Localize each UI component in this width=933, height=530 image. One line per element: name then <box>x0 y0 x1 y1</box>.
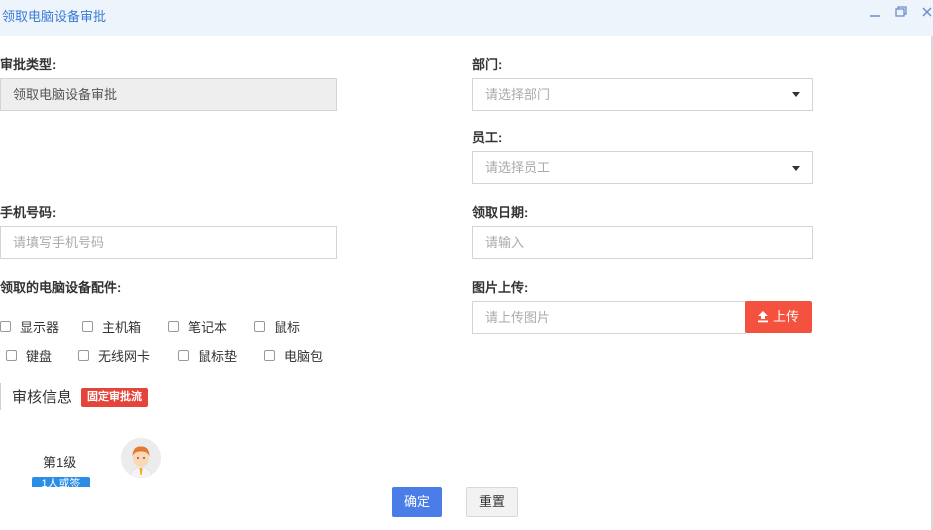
phone-label: 手机号码: <box>0 205 57 220</box>
checkbox-box[interactable] <box>78 349 89 361</box>
fixed-flow-badge: 固定审批流 <box>81 388 148 407</box>
image-upload-input[interactable]: 请上传图片 <box>472 301 746 334</box>
checkbox-mousepad[interactable]: 鼠标垫 <box>178 346 237 364</box>
checkbox-label: 主机箱 <box>102 319 142 335</box>
checkbox-label: 无线网卡 <box>98 348 151 364</box>
checkbox-keyboard[interactable]: 键盘 <box>6 346 52 364</box>
checkbox-box[interactable] <box>0 320 11 332</box>
upload-button-label: 上传 <box>773 309 800 324</box>
checkbox-mouse[interactable]: 鼠标 <box>254 317 300 335</box>
dialog-titlebar: 领取电脑设备审批 <box>0 0 933 36</box>
checkbox-label: 笔记本 <box>188 319 228 335</box>
checkbox-label: 键盘 <box>26 348 53 364</box>
chevron-down-icon[interactable] <box>792 166 800 171</box>
checkbox-box[interactable] <box>178 349 189 361</box>
checkbox-monitor[interactable]: 显示器 <box>0 317 59 335</box>
upload-icon <box>758 311 768 323</box>
receive-date-input[interactable]: 请输入 <box>472 226 813 259</box>
checkbox-box[interactable] <box>254 320 265 332</box>
employee-label: 员工: <box>472 130 503 145</box>
minimize-icon[interactable] <box>868 6 882 20</box>
checkbox-box[interactable] <box>264 349 275 361</box>
approver-avatar[interactable] <box>121 438 161 478</box>
section-divider <box>0 383 1 410</box>
checkbox-laptop-bag[interactable]: 电脑包 <box>264 346 323 364</box>
checkbox-wireless-card[interactable]: 无线网卡 <box>78 346 150 364</box>
image-upload-label: 图片上传: <box>472 280 529 295</box>
accessories-label: 领取的电脑设备配件: <box>0 280 122 295</box>
restore-icon[interactable] <box>894 6 908 20</box>
checkbox-label: 显示器 <box>20 319 60 335</box>
person-icon <box>121 438 161 478</box>
approval-level-tag: 1人或签 <box>32 477 90 487</box>
checkbox-label: 鼠标 <box>274 319 301 335</box>
approval-type-field: 领取电脑设备审批 <box>0 78 337 111</box>
department-select[interactable]: 请选择部门 <box>472 78 813 111</box>
review-title: 审核信息 <box>12 389 73 406</box>
checkbox-case[interactable]: 主机箱 <box>82 317 141 335</box>
checkbox-box[interactable] <box>6 349 17 361</box>
receive-date-label: 领取日期: <box>472 205 529 220</box>
checkbox-box[interactable] <box>82 320 93 332</box>
phone-input[interactable]: 请填写手机号码 <box>0 226 337 259</box>
chevron-down-icon[interactable] <box>792 92 800 97</box>
approval-level-label: 第1级 <box>43 455 77 470</box>
approval-type-label: 审批类型: <box>0 57 57 72</box>
reset-button[interactable]: 重置 <box>466 487 518 517</box>
upload-button[interactable]: 上传 <box>745 301 812 333</box>
employee-select[interactable]: 请选择员工 <box>472 151 813 184</box>
confirm-button[interactable]: 确定 <box>392 487 442 517</box>
close-icon[interactable] <box>920 6 933 20</box>
checkbox-laptop[interactable]: 笔记本 <box>168 317 227 335</box>
department-label: 部门: <box>472 57 503 72</box>
checkbox-label: 电脑包 <box>284 348 324 364</box>
checkbox-label: 鼠标垫 <box>198 348 238 364</box>
dialog-title: 领取电脑设备审批 <box>2 9 107 24</box>
checkbox-box[interactable] <box>168 320 179 332</box>
